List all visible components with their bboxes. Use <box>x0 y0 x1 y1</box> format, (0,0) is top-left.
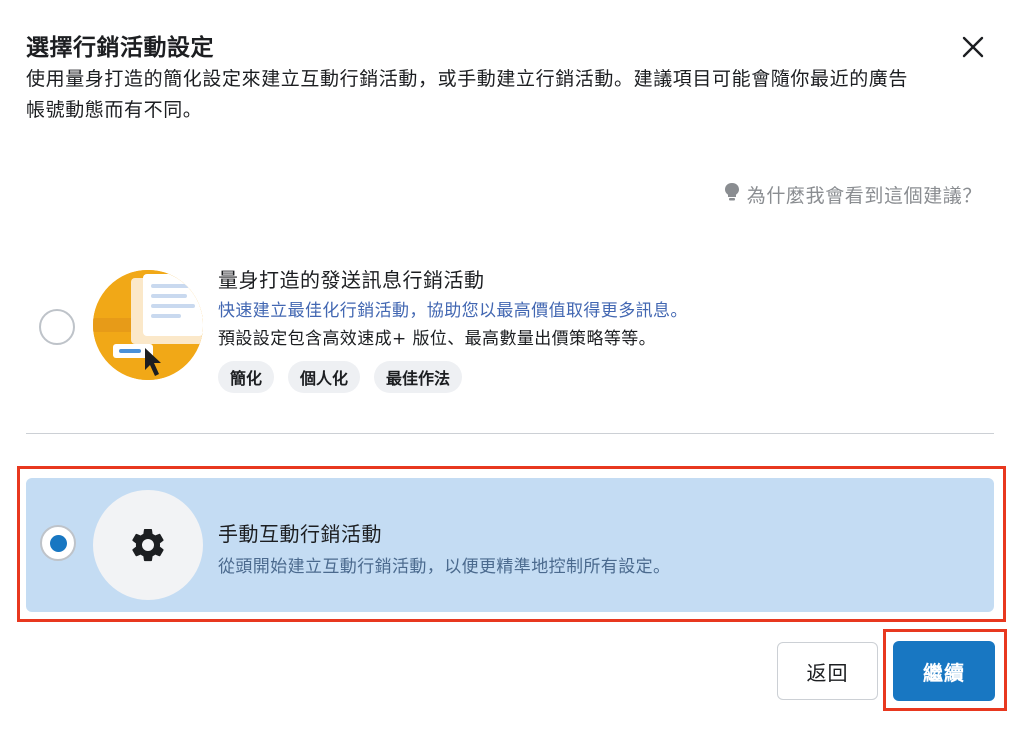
radio-selected-dot <box>50 535 67 552</box>
why-suggestion-link[interactable]: 為什麼我會看到這個建議？ <box>723 181 982 208</box>
lightbulb-icon <box>723 182 741 207</box>
radio-tailored-messaging[interactable] <box>39 309 75 345</box>
option-title: 手動互動行銷活動 <box>218 522 382 546</box>
option-tailored-messaging[interactable]: 量身打造的發送訊息行銷活動 快速建立最佳化行銷活動，協助您以最高價值取得更多訊息… <box>26 248 994 408</box>
continue-button[interactable]: 繼續 <box>893 641 995 701</box>
tag-simplified: 簡化 <box>218 361 275 393</box>
divider <box>26 433 994 434</box>
back-button[interactable]: 返回 <box>777 642 878 700</box>
close-icon[interactable] <box>956 30 990 64</box>
hint-text: 為什麼我會看到這個建議？ <box>746 185 982 207</box>
gear-icon <box>93 490 203 600</box>
option-tags: 簡化 個人化 最佳作法 <box>218 361 463 393</box>
tag-best-practice: 最佳作法 <box>374 361 463 393</box>
option-manual-engagement[interactable]: 手動互動行銷活動 從頭開始建立互動行銷活動，以便更精準地控制所有設定。 <box>26 478 994 612</box>
dialog-description: 使用量身打造的簡化設定來建立互動行銷活動，或手動建立行銷活動。建議項目可能會隨你… <box>26 68 909 121</box>
messaging-illustration <box>93 270 203 380</box>
dialog-title: 選擇行銷活動設定 <box>26 35 214 61</box>
option-detail: 預設設定包含高效速成+ 版位、最高數量出價策略等等。 <box>218 329 657 349</box>
campaign-setup-dialog: 選擇行銷活動設定 使用量身打造的簡化設定來建立互動行銷活動，或手動建立行銷活動。… <box>0 0 1024 729</box>
option-subtitle: 從頭開始建立互動行銷活動，以便更精準地控制所有設定。 <box>218 557 671 577</box>
tag-personalized: 個人化 <box>288 361 361 393</box>
option-title: 量身打造的發送訊息行銷活動 <box>218 268 485 292</box>
radio-manual-engagement[interactable] <box>40 525 76 561</box>
option-subtitle: 快速建立最佳化行銷活動，協助您以最高價值取得更多訊息。 <box>218 301 688 321</box>
